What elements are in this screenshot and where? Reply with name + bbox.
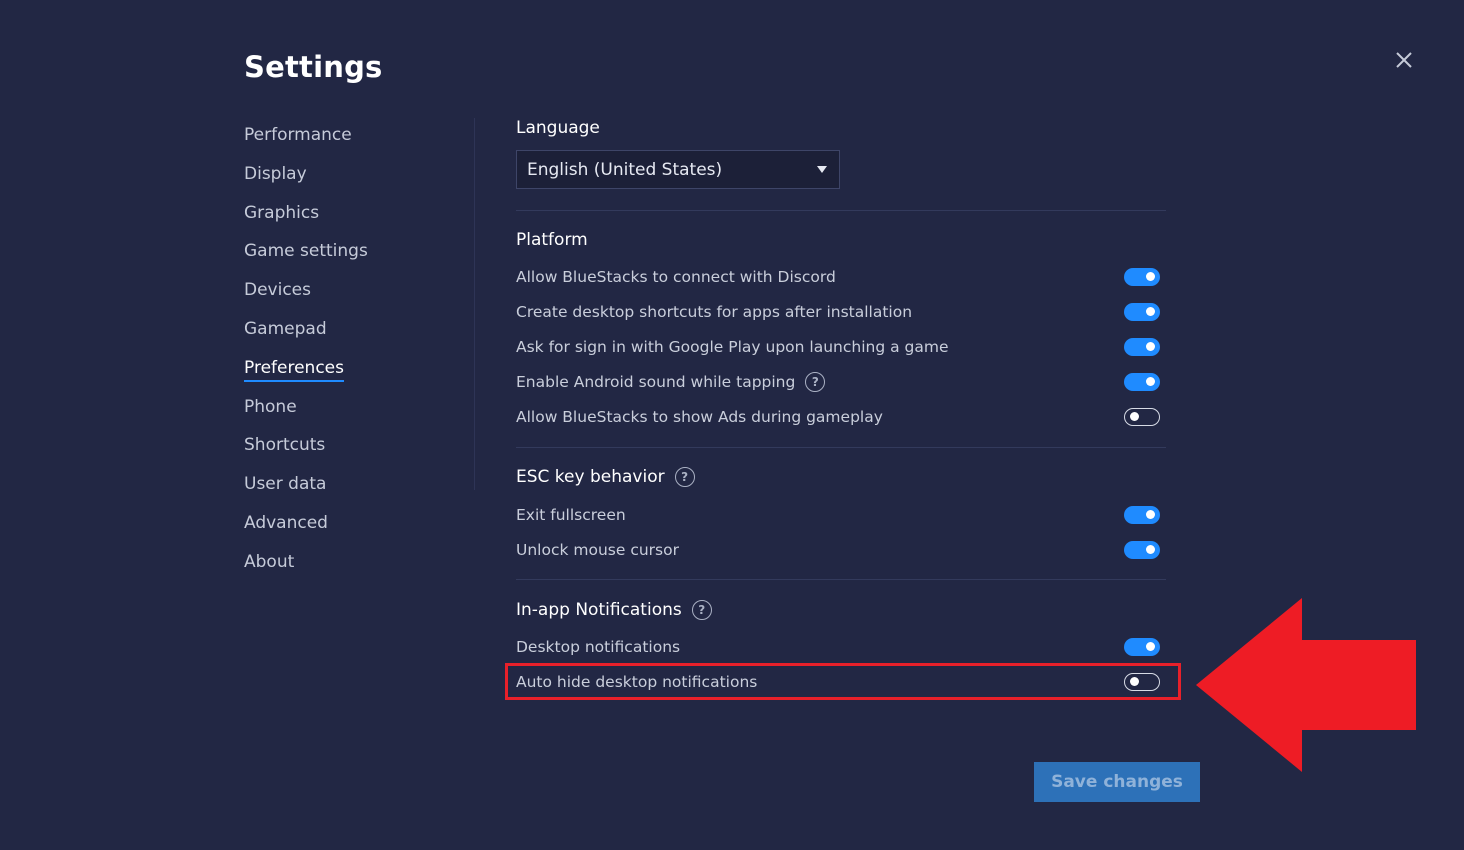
- setting-row-desktop-notifications: Desktop notifications: [516, 629, 1162, 664]
- section-divider: [516, 210, 1166, 211]
- language-section-title: Language: [516, 118, 600, 138]
- sidebar-item-devices[interactable]: Devices: [244, 271, 444, 310]
- setting-row-discord: Allow BlueStacks to connect with Discord: [516, 259, 1162, 294]
- setting-row-unlock-mouse: Unlock mouse cursor: [516, 532, 1162, 567]
- sidebar-item-game-settings[interactable]: Game settings: [244, 232, 444, 271]
- help-icon[interactable]: ?: [691, 600, 712, 620]
- language-select[interactable]: English (United States): [516, 150, 840, 189]
- setting-row-android-sound: Enable Android sound while tapping ?: [516, 364, 1162, 399]
- setting-row-google-play-sign-in: Ask for sign in with Google Play upon la…: [516, 329, 1162, 364]
- sidebar-divider: [474, 118, 475, 490]
- chevron-down-icon: [817, 166, 827, 173]
- setting-row-ads: Allow BlueStacks to show Ads during game…: [516, 399, 1162, 434]
- sidebar-item-phone[interactable]: Phone: [244, 388, 444, 427]
- discord-toggle[interactable]: [1124, 267, 1160, 286]
- sidebar-item-graphics[interactable]: Graphics: [244, 194, 444, 233]
- platform-section-title: Platform: [516, 230, 588, 250]
- page-title: Settings: [244, 50, 383, 84]
- setting-row-exit-fullscreen: Exit fullscreen: [516, 497, 1162, 532]
- arrow-left-icon: [1196, 598, 1416, 772]
- auto-hide-notifications-toggle[interactable]: [1124, 672, 1160, 691]
- exit-fullscreen-toggle[interactable]: [1124, 505, 1160, 524]
- section-divider: [516, 447, 1166, 448]
- sidebar-item-preferences[interactable]: Preferences: [244, 349, 444, 388]
- help-icon[interactable]: ?: [674, 467, 695, 487]
- esc-section-title: ESC key behavior ?: [516, 467, 695, 487]
- save-changes-button[interactable]: Save changes: [1034, 762, 1200, 802]
- setting-row-auto-hide-notifications: Auto hide desktop notifications: [516, 664, 1162, 699]
- sidebar-item-advanced[interactable]: Advanced: [244, 504, 444, 543]
- desktop-shortcuts-toggle[interactable]: [1124, 302, 1160, 321]
- close-icon[interactable]: [1390, 46, 1418, 74]
- help-icon[interactable]: ?: [805, 371, 826, 392]
- setting-row-desktop-shortcuts: Create desktop shortcuts for apps after …: [516, 294, 1162, 329]
- sidebar-item-display[interactable]: Display: [244, 155, 444, 194]
- sidebar-item-user-data[interactable]: User data: [244, 465, 444, 504]
- ads-toggle[interactable]: [1124, 407, 1160, 426]
- desktop-notifications-toggle[interactable]: [1124, 637, 1160, 656]
- language-selected-value: English (United States): [527, 159, 723, 180]
- notifications-section-title: In-app Notifications ?: [516, 600, 712, 620]
- sidebar-item-performance[interactable]: Performance: [244, 116, 444, 155]
- section-divider: [516, 579, 1166, 580]
- sidebar-item-gamepad[interactable]: Gamepad: [244, 310, 444, 349]
- settings-window: Settings Performance Display Graphics Ga…: [0, 0, 1464, 850]
- sidebar-item-shortcuts[interactable]: Shortcuts: [244, 426, 444, 465]
- sidebar-item-about[interactable]: About: [244, 543, 444, 582]
- android-sound-toggle[interactable]: [1124, 372, 1160, 391]
- unlock-mouse-toggle[interactable]: [1124, 540, 1160, 559]
- google-play-sign-in-toggle[interactable]: [1124, 337, 1160, 356]
- sidebar: Performance Display Graphics Game settin…: [244, 116, 444, 582]
